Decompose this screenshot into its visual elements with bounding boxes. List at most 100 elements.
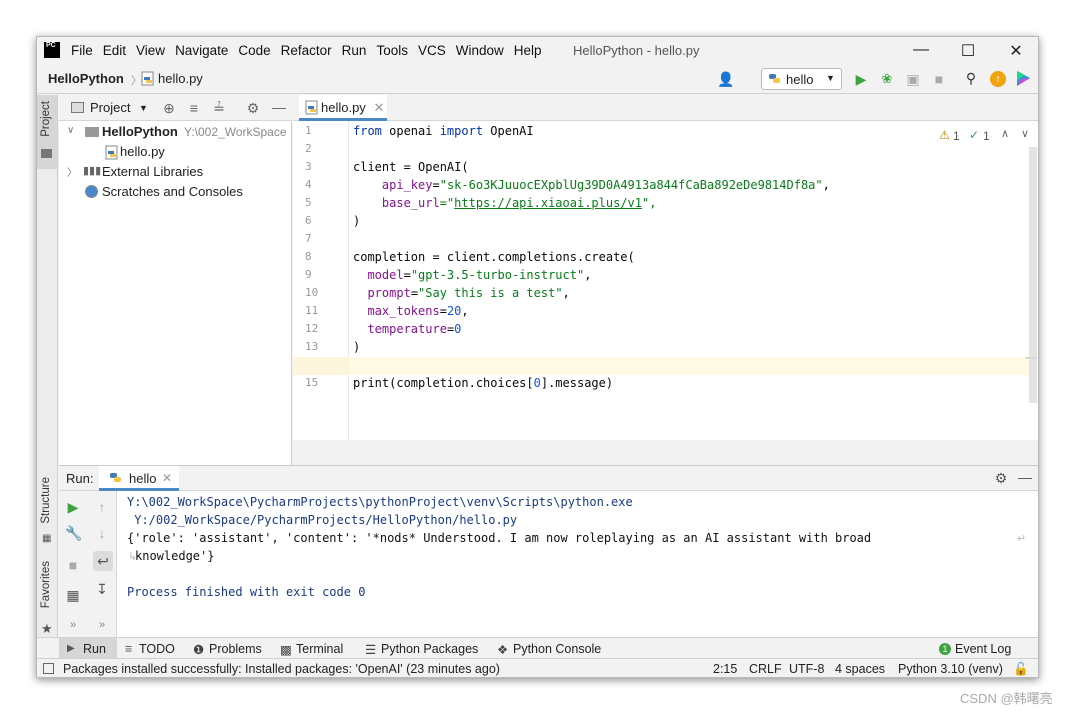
search-icon[interactable]: ⚲: [963, 70, 979, 86]
project-view-select[interactable]: Project: [90, 100, 130, 115]
menu-help[interactable]: Help: [514, 43, 542, 58]
menu-code[interactable]: Code: [238, 43, 270, 58]
run-panel: Run: hello ✕ ⚙ — ▶ 🔧 ■ ▦ » ↑ ↓ ↩ ↧ » Y:\…: [59, 465, 1038, 665]
hide-icon[interactable]: —: [1017, 469, 1033, 485]
console-output[interactable]: Y:\002_WorkSpace\PycharmProjects\pythonP…: [117, 491, 1038, 637]
chevron-down-icon: ▼: [826, 73, 835, 83]
more-icon[interactable]: »: [94, 617, 110, 633]
code-editor: hello.py ✕ 1 2 3 4 5 6 7 8 9 10 11 12 13…: [293, 95, 1038, 465]
bottom-tab-python-console[interactable]: Python Console: [513, 642, 601, 656]
python-run-config-icon: [109, 471, 123, 488]
stop-icon[interactable]: ■: [931, 71, 947, 87]
previous-highlight-icon[interactable]: ∧: [1001, 127, 1009, 140]
user-icon[interactable]: 👤: [717, 71, 734, 87]
maximize-icon[interactable]: ☐: [958, 41, 978, 61]
soft-wrap-icon[interactable]: ↩: [93, 551, 113, 571]
gear-icon[interactable]: ⚙: [993, 470, 1009, 486]
hide-icon[interactable]: —: [271, 99, 287, 115]
watermark: CSDN @韩曙亮: [960, 691, 1053, 706]
gear-icon[interactable]: ⚙: [245, 100, 261, 116]
tree-file-hello[interactable]: hello.py: [120, 144, 165, 159]
python-interpreter[interactable]: Python 3.10 (venv): [898, 662, 1003, 676]
library-icon: ▮▮▮: [83, 165, 102, 177]
python-file-icon: [305, 100, 319, 118]
code-line: base_url="https://api.xiaoai.plus/v1",: [381, 196, 657, 210]
packages-icon: ☰: [365, 643, 377, 657]
tree-scratches[interactable]: Scratches and Consoles: [102, 184, 243, 199]
close-tab-icon[interactable]: ✕: [373, 100, 384, 115]
editor-tab-hello[interactable]: hello.py ✕: [299, 95, 387, 121]
status-message[interactable]: Packages installed successfully: Install…: [63, 662, 500, 676]
menu-vcs[interactable]: VCS: [418, 43, 446, 58]
menu-view[interactable]: View: [136, 43, 165, 58]
editor-tab-bar: hello.py ✕: [293, 95, 1038, 121]
menu-navigate[interactable]: Navigate: [175, 43, 228, 58]
menu-edit[interactable]: Edit: [103, 43, 126, 58]
update-icon[interactable]: ↑: [990, 71, 1006, 87]
warning-icon[interactable]: ⚠: [939, 128, 950, 142]
typo-check-icon[interactable]: ✓: [969, 128, 979, 142]
rerun-icon[interactable]: ▶: [65, 499, 81, 515]
caret-position[interactable]: 2:15: [713, 662, 737, 676]
menu-window[interactable]: Window: [456, 43, 504, 58]
favorites-tool-tab[interactable]: Favorites ★: [37, 553, 57, 643]
coverage-icon[interactable]: ▣: [905, 71, 921, 87]
code-area[interactable]: from openai import OpenAI client = OpenA…: [293, 121, 1038, 440]
project-tool-tab[interactable]: Project: [37, 95, 57, 169]
debug-icon[interactable]: ❀: [879, 71, 895, 87]
plugin-logo-icon[interactable]: [1015, 70, 1031, 87]
up-arrow-icon[interactable]: ↑: [94, 499, 110, 515]
star-icon: ★: [41, 621, 53, 636]
tree-external-libraries[interactable]: External Libraries: [102, 164, 203, 179]
scroll-to-end-icon[interactable]: ↧: [94, 581, 110, 597]
menu-file[interactable]: File: [71, 43, 93, 58]
console-line: Y:\002_WorkSpace\PycharmProjects\pythonP…: [127, 495, 633, 509]
bottom-tab-event-log[interactable]: Event Log: [955, 642, 1011, 656]
run-panel-header: Run: hello ✕ ⚙ —: [59, 466, 1038, 491]
file-encoding[interactable]: UTF-8: [789, 662, 824, 676]
bottom-tab-terminal[interactable]: Terminal: [296, 642, 343, 656]
run-icon[interactable]: ▶: [853, 71, 869, 87]
tree-root-folder[interactable]: HelloPython: [102, 124, 178, 139]
bottom-tab-python-packages[interactable]: Python Packages: [381, 642, 478, 656]
minimize-icon[interactable]: —: [911, 41, 931, 59]
menu-refactor[interactable]: Refactor: [281, 43, 332, 58]
menu-tools[interactable]: Tools: [376, 43, 408, 58]
indent-setting[interactable]: 4 spaces: [835, 662, 885, 676]
collapse-all-icon[interactable]: ≟: [211, 100, 227, 116]
favorites-tool-label: Favorites: [40, 561, 52, 609]
python-run-config-icon: [768, 72, 782, 89]
menu-run[interactable]: Run: [342, 43, 367, 58]
project-view-icon: [71, 102, 84, 113]
stop-icon[interactable]: ■: [65, 557, 81, 573]
bottom-tab-problems[interactable]: Problems: [209, 642, 262, 656]
code-line: prompt="Say this is a test",: [367, 286, 570, 300]
locate-icon[interactable]: ⊕: [161, 100, 177, 116]
python-file-icon: [105, 145, 119, 160]
wrench-icon[interactable]: 🔧: [65, 525, 82, 541]
chevron-right-icon[interactable]: 〉: [67, 164, 77, 179]
run-config-select[interactable]: hello ▼: [761, 68, 842, 90]
breadcrumb-file[interactable]: hello.py: [158, 71, 203, 86]
code-line: max_tokens=20,: [367, 304, 469, 318]
line-separator[interactable]: CRLF: [749, 662, 782, 676]
run-tab-label: hello: [129, 471, 157, 486]
tool-windows-icon[interactable]: [43, 663, 54, 674]
layout-icon[interactable]: ▦: [65, 587, 81, 603]
down-arrow-icon[interactable]: ↓: [94, 525, 110, 541]
structure-tool-tab[interactable]: Structure ▦: [37, 469, 57, 549]
editor-scrollbar[interactable]: [1029, 147, 1037, 403]
chevron-down-icon[interactable]: ▼: [139, 103, 148, 113]
expand-all-icon[interactable]: ≡: [186, 100, 202, 116]
breadcrumb-project[interactable]: HelloPython: [48, 71, 124, 86]
bottom-tab-todo[interactable]: TODO: [139, 642, 175, 656]
close-icon[interactable]: ✕: [1006, 41, 1026, 61]
chevron-down-icon[interactable]: ∨: [67, 125, 74, 136]
bottom-tab-run[interactable]: ▶ Run: [59, 638, 117, 659]
next-highlight-icon[interactable]: ∨: [1021, 127, 1029, 140]
run-tab-hello[interactable]: hello ✕: [99, 466, 179, 491]
more-icon[interactable]: »: [65, 617, 81, 633]
lock-icon[interactable]: 🔓: [1013, 662, 1029, 677]
close-tab-icon[interactable]: ✕: [162, 471, 172, 485]
project-panel-header: Project ▼ ⊕ ≡ ≟ ⚙ —: [59, 95, 292, 121]
